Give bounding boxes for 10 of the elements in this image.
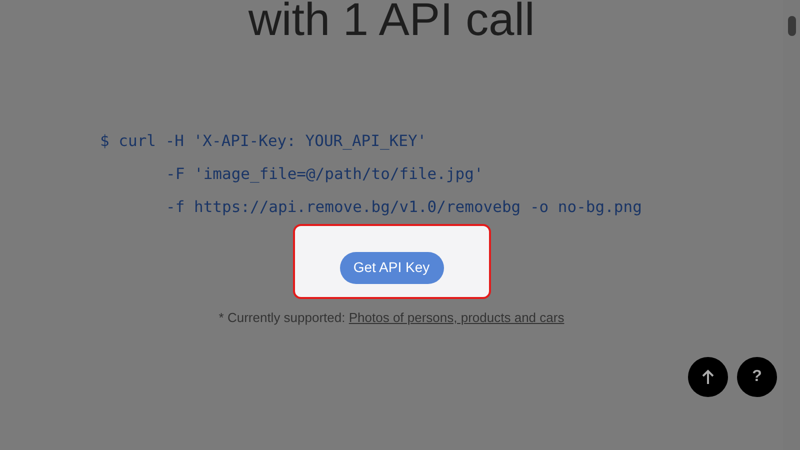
- code-line: -F 'image_file=@/path/to/file.jpg': [166, 164, 484, 185]
- arrow-up-icon: [701, 369, 715, 385]
- supported-note: * Currently supported: Photos of persons, products and cars: [218, 309, 564, 327]
- code-line: $ curl -H 'X-API-Key: YOUR_API_KEY': [100, 131, 428, 152]
- help-button[interactable]: ?: [737, 357, 777, 397]
- code-line: -f https://api.remove.bg/v1.0/removebg -o no-bg.png: [166, 197, 642, 218]
- get-api-key-button[interactable]: Get API Key: [340, 252, 444, 284]
- supported-link[interactable]: Photos of persons, products and cars: [348, 310, 564, 325]
- scroll-to-top-button[interactable]: [688, 357, 728, 397]
- page-heading: with 1 API call: [248, 0, 535, 42]
